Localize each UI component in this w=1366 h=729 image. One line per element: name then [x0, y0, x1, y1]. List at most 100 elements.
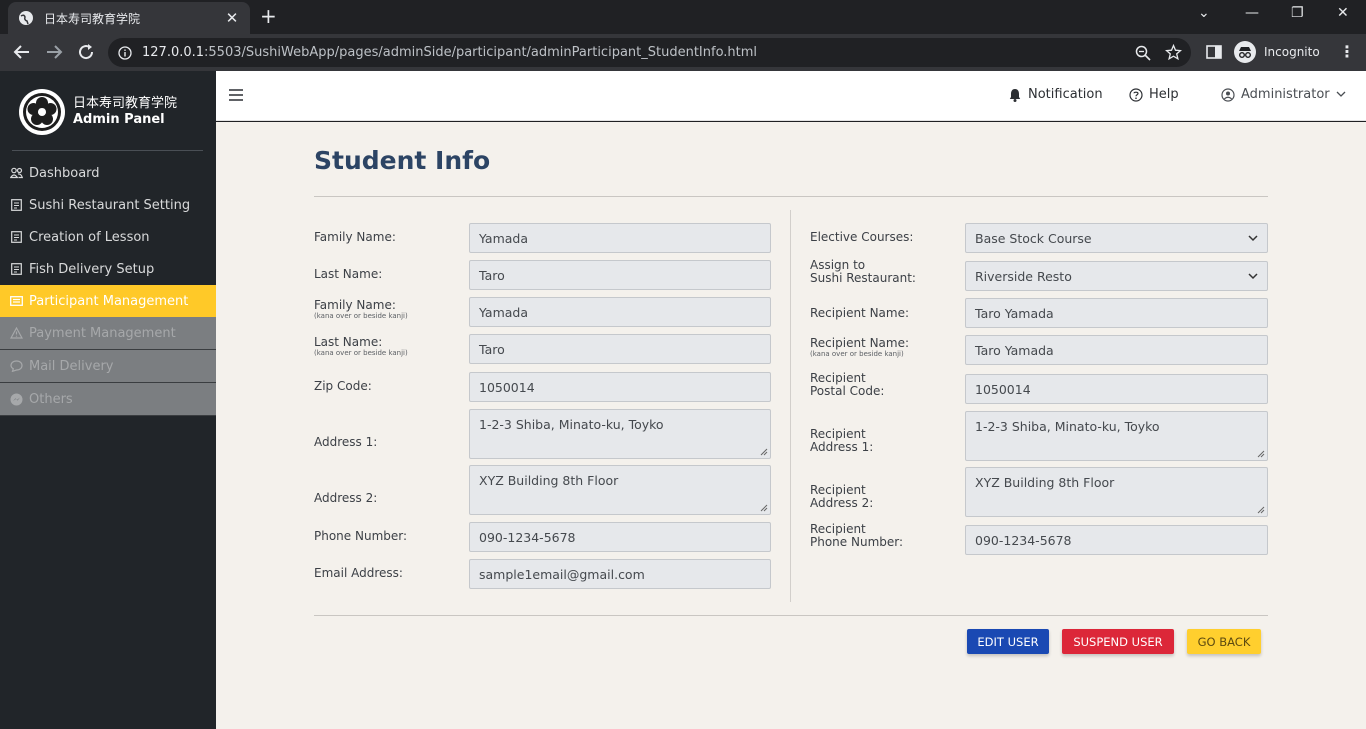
user-dropdown[interactable]: Administrator: [1221, 87, 1346, 102]
assign-restaurant-value: Riverside Resto: [975, 268, 1072, 284]
title-divider: [314, 196, 1268, 197]
chevron-down-icon: [1336, 91, 1346, 97]
new-tab-icon[interactable]: +: [260, 6, 277, 26]
sidebar-item-label: Sushi Restaurant Setting: [29, 197, 191, 213]
last-name-kana-field[interactable]: Taro: [469, 334, 771, 364]
side-panel-icon[interactable]: [1206, 44, 1222, 60]
elective-courses-label: Elective Courses:: [810, 230, 914, 244]
sidebar-divider: [12, 150, 203, 151]
browser-menu-icon[interactable]: ⋮: [1339, 42, 1355, 61]
phone-number-field[interactable]: 090-1234-5678: [469, 522, 771, 552]
browser-toolbar: 127.0.0.1:5503/SushiWebApp/pages/adminSi…: [0, 34, 1366, 71]
recipient-address-1-textarea[interactable]: 1-2-3 Shiba, Minato-ku, Toyko: [965, 411, 1268, 461]
document-icon: [9, 230, 23, 244]
recipient-postal-code-field[interactable]: 1050014: [965, 374, 1268, 404]
suspend-user-button[interactable]: SUSPEND USER: [1062, 629, 1174, 654]
address-2-label: Address 2:: [314, 491, 378, 505]
chat-bubble-icon: [9, 359, 23, 373]
sidebar-item-fish-delivery-setup[interactable]: Fish Delivery Setup: [0, 253, 216, 285]
window-close-icon[interactable]: ✕: [1337, 5, 1349, 21]
tab-title: 日本寿司教育学院: [44, 11, 141, 26]
recipient-name-field[interactable]: Taro Yamada: [965, 298, 1268, 328]
brand[interactable]: 日本寿司教育学院 Admin Panel: [19, 89, 177, 135]
user-name: Administrator: [1241, 87, 1330, 102]
sidebar-item-label: Others: [29, 391, 73, 407]
zoom-icon[interactable]: [1135, 45, 1151, 61]
sidebar-item-creation-of-lesson[interactable]: Creation of Lesson: [0, 221, 216, 253]
recipient-address-1-value: 1-2-3 Shiba, Minato-ku, Toyko: [975, 419, 1160, 434]
edit-user-button[interactable]: EDIT USER: [967, 629, 1049, 654]
go-back-button[interactable]: GO BACK: [1187, 629, 1261, 654]
tab-search-icon[interactable]: ⌄: [1198, 5, 1210, 21]
recipient-postal-code-label: Recipient Postal Code:: [810, 371, 885, 398]
recipient-phone-number-field[interactable]: 090-1234-5678: [965, 525, 1268, 555]
recipient-name-label: Recipient Name:: [810, 306, 910, 320]
sidebar-item-sushi-restaurant-setting[interactable]: Sushi Restaurant Setting: [0, 189, 216, 221]
info-icon[interactable]: [118, 45, 132, 60]
url-text: 127.0.0.1:5503/SushiWebApp/pages/adminSi…: [142, 45, 758, 60]
family-name-kana-field[interactable]: Yamada: [469, 297, 771, 327]
assign-restaurant-label: Assign to Sushi Restaurant:: [810, 258, 916, 285]
brand-name: 日本寿司教育学院: [73, 96, 178, 111]
globe-icon: [19, 11, 33, 25]
hamburger-menu-icon[interactable]: [229, 88, 243, 102]
resize-grip-icon[interactable]: [760, 448, 768, 456]
column-divider: [790, 210, 791, 602]
help-label: Help: [1149, 87, 1179, 102]
elective-courses-select[interactable]: Base Stock Course: [965, 223, 1268, 253]
resize-grip-icon[interactable]: [1257, 506, 1265, 514]
resize-grip-icon[interactable]: [1257, 450, 1265, 458]
close-tab-icon[interactable]: ✕: [224, 9, 240, 27]
sidebar-item-label: Payment Management: [29, 325, 176, 341]
page-title: Student Info: [314, 146, 491, 175]
family-name-field[interactable]: Yamada: [469, 223, 771, 253]
recipient-name-kana-field[interactable]: Taro Yamada: [965, 335, 1268, 365]
address-bar[interactable]: 127.0.0.1:5503/SushiWebApp/pages/adminSi…: [108, 38, 1191, 67]
incognito-indicator[interactable]: Incognito: [1234, 39, 1320, 65]
reload-icon[interactable]: [75, 41, 97, 63]
notification-link[interactable]: Notification: [1008, 87, 1103, 102]
back-arrow-icon[interactable]: [11, 41, 33, 63]
last-name-field[interactable]: Taro: [469, 260, 771, 290]
incognito-label: Incognito: [1264, 45, 1320, 59]
sidebar-item-label: Mail Delivery: [29, 358, 114, 374]
chevron-down-icon: [1248, 234, 1258, 241]
sidebar-item-others[interactable]: Others: [0, 383, 216, 416]
resize-grip-icon[interactable]: [760, 504, 768, 512]
last-name-kana-label: Last Name: (kana over or beside kanji): [314, 335, 408, 358]
sidebar-item-dashboard[interactable]: Dashboard: [0, 157, 216, 189]
document-icon: [9, 262, 23, 276]
browser-tab-bar: 日本寿司教育学院 ✕ + ⌄ — ❐ ✕: [0, 0, 1366, 34]
recipient-name-kana-label: Recipient Name: (kana over or beside kanj…: [810, 336, 910, 359]
bookmark-star-icon[interactable]: [1165, 44, 1182, 61]
chevron-down-icon: [1248, 272, 1258, 279]
email-address-field[interactable]: sample1email@gmail.com: [469, 559, 771, 589]
phone-number-label: Phone Number:: [314, 529, 408, 543]
messenger-icon: [9, 392, 23, 406]
sidebar-item-participant-management[interactable]: Participant Management: [0, 285, 216, 317]
email-address-label: Email Address:: [314, 566, 403, 580]
recipient-address-2-textarea[interactable]: XYZ Building 8th Floor: [965, 467, 1268, 517]
recipient-phone-number-label: Recipient Phone Number:: [810, 522, 904, 549]
sidebar-item-label: Creation of Lesson: [29, 229, 150, 245]
zip-code-field[interactable]: 1050014: [469, 372, 771, 402]
address-1-textarea[interactable]: 1-2-3 Shiba, Minato-ku, Toyko: [469, 409, 771, 459]
help-link[interactable]: Help: [1129, 87, 1179, 102]
top-navbar: Notification Help Administrator: [216, 71, 1366, 121]
restore-icon[interactable]: ❐: [1291, 5, 1304, 21]
address-1-value: 1-2-3 Shiba, Minato-ku, Toyko: [479, 417, 664, 432]
sidebar-item-mail-delivery[interactable]: Mail Delivery: [0, 350, 216, 383]
sidebar: 日本寿司教育学院 Admin Panel Dashboard Sushi Res…: [0, 71, 216, 729]
browser-tab[interactable]: 日本寿司教育学院 ✕: [8, 2, 250, 34]
sidebar-item-label: Fish Delivery Setup: [29, 261, 155, 277]
sidebar-menu: Dashboard Sushi Restaurant Setting Creat…: [0, 157, 216, 416]
forward-arrow-icon[interactable]: [43, 41, 65, 63]
last-name-label: Last Name:: [314, 267, 383, 281]
minimize-icon[interactable]: —: [1245, 5, 1259, 21]
address-2-textarea[interactable]: XYZ Building 8th Floor: [469, 465, 771, 515]
address-2-value: XYZ Building 8th Floor: [479, 473, 619, 488]
assign-restaurant-select[interactable]: Riverside Resto: [965, 261, 1268, 291]
sidebar-item-label: Dashboard: [29, 165, 100, 181]
sidebar-item-payment-management[interactable]: Payment Management: [0, 317, 216, 350]
notification-label: Notification: [1028, 87, 1103, 102]
